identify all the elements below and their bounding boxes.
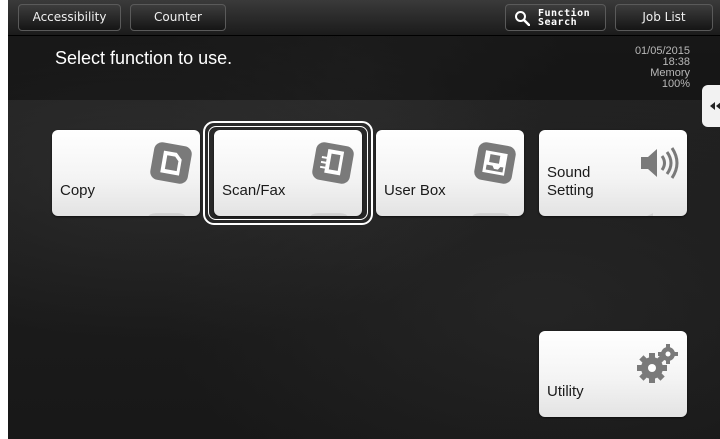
function-search-label: Function Search <box>538 9 590 28</box>
copy-icon <box>150 142 192 184</box>
utility-gear-icon-reflection <box>637 416 659 417</box>
search-icon <box>515 11 530 26</box>
accessibility-button[interactable]: Accessibility <box>18 4 121 31</box>
collapse-arrow-icon <box>710 102 720 110</box>
status-readout: 01/05/2015 18:38 Memory 100% <box>635 46 690 90</box>
function-search-line2: Search <box>538 17 578 28</box>
main-screen: Accessibility Counter Function Search Jo… <box>8 0 720 439</box>
utility-gear-icon <box>637 344 678 383</box>
copy-icon-reflection <box>148 213 186 216</box>
scan-fax-label: Scan/Fax <box>222 182 286 199</box>
counter-button[interactable]: Counter <box>130 4 226 31</box>
sound-setting-tile[interactable]: Sound Setting <box>539 130 687 216</box>
function-search-button[interactable]: Function Search <box>505 4 606 31</box>
copy-tile[interactable]: Copy <box>52 130 200 216</box>
user-box-label: User Box <box>384 182 446 199</box>
status-memory-value: 100% <box>661 78 690 90</box>
job-list-button[interactable]: Job List <box>615 4 713 31</box>
user-box-icon <box>474 142 516 184</box>
utility-label: Utility <box>547 383 584 400</box>
sound-setting-icon-reflection <box>637 213 653 216</box>
scan-fax-icon <box>312 142 354 184</box>
utility-tile[interactable]: Utility <box>539 331 687 417</box>
page-title: Select function to use. <box>55 48 233 68</box>
side-panel-tab[interactable] <box>702 85 720 127</box>
sound-setting-label: Sound Setting <box>547 164 594 199</box>
scan-fax-tile[interactable]: Scan/Fax <box>214 130 362 216</box>
scan-fax-icon-reflection <box>310 213 348 216</box>
user-box-icon-reflection <box>472 213 510 216</box>
copy-label: Copy <box>60 182 96 199</box>
sound-setting-icon <box>641 147 679 179</box>
user-box-tile[interactable]: User Box <box>376 130 524 216</box>
top-bar: Accessibility Counter Function Search Jo… <box>8 0 720 36</box>
